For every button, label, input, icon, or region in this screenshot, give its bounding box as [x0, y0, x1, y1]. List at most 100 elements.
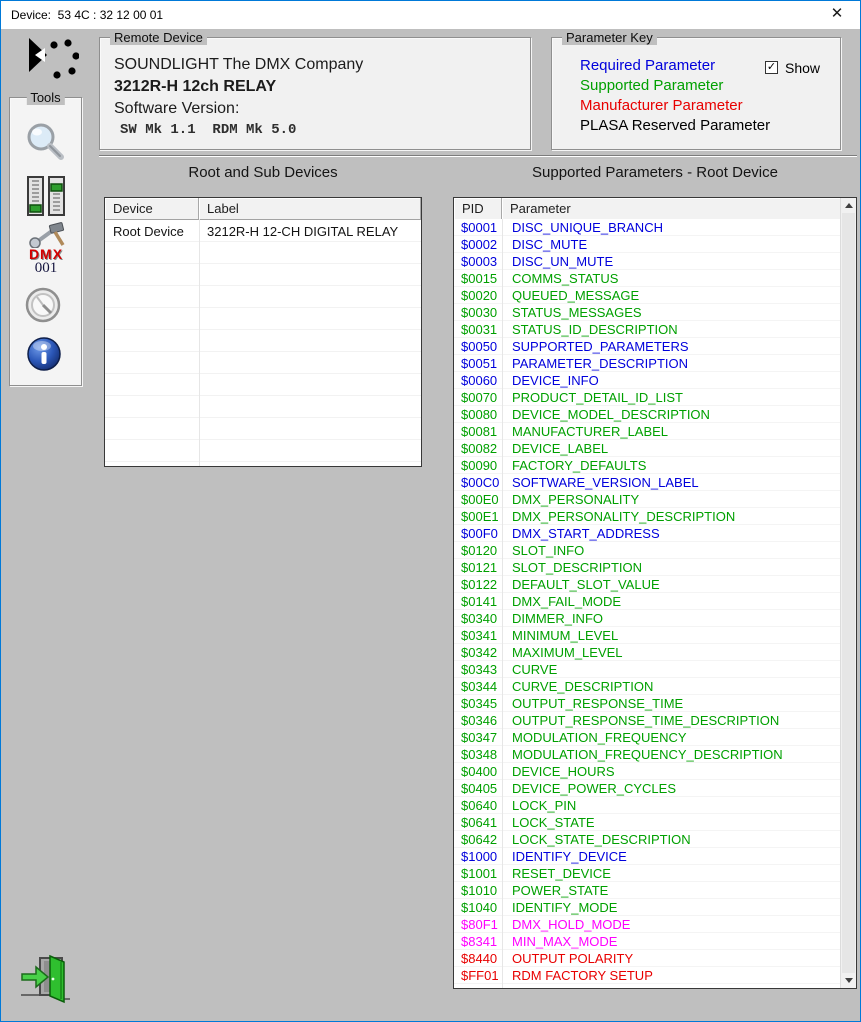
parameter-row[interactable]: $0090 FACTORY_DEFAULTS: [454, 457, 841, 474]
parameter-pid: $00F0: [461, 526, 498, 541]
parameter-row[interactable]: $1000 IDENTIFY_DEVICE: [454, 848, 841, 865]
parameter-pid: $80F1: [461, 917, 498, 932]
devices-col-device[interactable]: Device: [105, 198, 199, 219]
discover-magnifier-icon[interactable]: [23, 120, 67, 164]
parameters-table-header: PID Parameter: [454, 198, 841, 220]
parameter-row[interactable]: $0030 STATUS_MESSAGES: [454, 304, 841, 321]
key-item: Supported Parameter: [580, 77, 724, 94]
devices-col-label[interactable]: Label: [199, 198, 421, 219]
parameter-name: DEVICE_LABEL: [512, 441, 609, 456]
parameter-row[interactable]: $0082 DEVICE_LABEL: [454, 440, 841, 457]
parameter-row[interactable]: $0121 SLOT_DESCRIPTION: [454, 559, 841, 576]
horizontal-separator: [99, 155, 857, 157]
tools-groupbox: Tools DMX 001: [9, 90, 82, 386]
tools-groupbox-label: Tools: [26, 90, 65, 105]
parameter-row[interactable]: $00E0 DMX_PERSONALITY: [454, 491, 841, 508]
parameter-pid: $0015: [461, 271, 498, 286]
parameter-row[interactable]: $0347 MODULATION_FREQUENCY: [454, 729, 841, 746]
parameter-name: IDENTIFY_MODE: [512, 900, 618, 915]
parameter-row[interactable]: $0641 LOCK_STATE: [454, 814, 841, 831]
parameter-row[interactable]: $0015 COMMS_STATUS: [454, 270, 841, 287]
scrollbar-thumb[interactable]: [842, 213, 855, 973]
parameter-row[interactable]: $0344 CURVE_DESCRIPTION: [454, 678, 841, 695]
parameter-key-groupbox: Parameter Key Required Parameter Supporte…: [551, 30, 841, 150]
parameter-row[interactable]: $0348 MODULATION_FREQUENCY_DESCRIPTION: [454, 746, 841, 763]
parameter-name: DIMMER_INFO: [512, 611, 603, 626]
parameter-row[interactable]: $0050 SUPPORTED_PARAMETERS: [454, 338, 841, 355]
parameter-row[interactable]: $1001 RESET_DEVICE: [454, 865, 841, 882]
parameter-row[interactable]: $00F0 DMX_START_ADDRESS: [454, 525, 841, 542]
parameters-col-pid[interactable]: PID: [454, 198, 502, 219]
parameter-row[interactable]: $FF01 RDM FACTORY SETUP: [454, 967, 841, 984]
parameter-name: SUPPORTED_PARAMETERS: [512, 339, 689, 354]
parameter-pid: $0345: [461, 696, 498, 711]
device-row-empty: [105, 286, 421, 308]
close-icon[interactable]: ✕: [814, 1, 860, 29]
parameter-pid: $1010: [461, 883, 498, 898]
device-manufacturer: SOUNDLIGHT The DMX Company: [114, 56, 364, 73]
parameter-row[interactable]: $0081 MANUFACTURER_LABEL: [454, 423, 841, 440]
parameter-row[interactable]: $0070 PRODUCT_DETAIL_ID_LIST: [454, 389, 841, 406]
parameter-name: DMX_HOLD_MODE: [512, 917, 631, 932]
info-icon[interactable]: [26, 336, 62, 372]
parameter-row[interactable]: $1040 IDENTIFY_MODE: [454, 899, 841, 916]
gauge-icon[interactable]: [24, 286, 62, 324]
parameter-pid: $0122: [461, 577, 498, 592]
parameter-name: FACTORY_DEFAULTS: [512, 458, 647, 473]
parameter-row[interactable]: $80F1 DMX_HOLD_MODE: [454, 916, 841, 933]
parameter-row[interactable]: $0340 DIMMER_INFO: [454, 610, 841, 627]
parameter-row[interactable]: $0642 LOCK_STATE_DESCRIPTION: [454, 831, 841, 848]
parameter-row[interactable]: $0120 SLOT_INFO: [454, 542, 841, 559]
devices-column-divider: [199, 219, 200, 466]
parameter-row[interactable]: $0020 QUEUED_MESSAGE: [454, 287, 841, 304]
parameter-row[interactable]: $0342 MAXIMUM_LEVEL: [454, 644, 841, 661]
parameter-pid: $0341: [461, 628, 498, 643]
scroll-down-icon[interactable]: [841, 973, 856, 988]
parameter-name: DEVICE_HOURS: [512, 764, 615, 779]
parameter-row[interactable]: $0341 MINIMUM_LEVEL: [454, 627, 841, 644]
parameter-row[interactable]: $0002 DISC_MUTE: [454, 236, 841, 253]
parameters-scrollbar[interactable]: [840, 198, 856, 988]
show-checkbox-label: Show: [785, 60, 821, 76]
parameter-pid: $00E1: [461, 509, 499, 524]
parameter-pid: $0343: [461, 662, 498, 677]
parameter-row[interactable]: $0345 OUTPUT_RESPONSE_TIME: [454, 695, 841, 712]
parameter-row[interactable]: $0405 DEVICE_POWER_CYCLES: [454, 780, 841, 797]
show-checkbox[interactable]: ✓: [765, 61, 778, 74]
parameter-row[interactable]: $1010 POWER_STATE: [454, 882, 841, 899]
parameter-row[interactable]: $8440 OUTPUT POLARITY: [454, 950, 841, 967]
parameter-pid: $0640: [461, 798, 498, 813]
parameter-row[interactable]: $0400 DEVICE_HOURS: [454, 763, 841, 780]
parameter-row[interactable]: $0001 DISC_UNIQUE_BRANCH: [454, 219, 841, 236]
parameter-row[interactable]: $00E1 DMX_PERSONALITY_DESCRIPTION: [454, 508, 841, 525]
parameter-row[interactable]: $8341 MIN_MAX_MODE: [454, 933, 841, 950]
device-cell: Root Device: [113, 224, 184, 239]
parameter-row[interactable]: $0343 CURVE: [454, 661, 841, 678]
parameter-row[interactable]: $0141 DMX_FAIL_MODE: [454, 593, 841, 610]
parameter-row[interactable]: $0031 STATUS_ID_DESCRIPTION: [454, 321, 841, 338]
parameter-pid: $0141: [461, 594, 498, 609]
parameter-name: RDM FACTORY SETUP: [512, 968, 653, 983]
parameter-name: OUTPUT_RESPONSE_TIME_DESCRIPTION: [512, 713, 780, 728]
parameter-row[interactable]: $0346 OUTPUT_RESPONSE_TIME_DESCRIPTION: [454, 712, 841, 729]
parameter-row[interactable]: $00C0 SOFTWARE_VERSION_LABEL: [454, 474, 841, 491]
device-row[interactable]: Root Device 3212R-H 12-CH DIGITAL RELAY: [105, 220, 421, 242]
parameter-row[interactable]: $0080 DEVICE_MODEL_DESCRIPTION: [454, 406, 841, 423]
faders-icon[interactable]: [25, 174, 67, 218]
parameter-row[interactable]: $0003 DISC_UN_MUTE: [454, 253, 841, 270]
dmx-setup-icon[interactable]: DMX 001: [20, 222, 72, 278]
exit-door-icon[interactable]: [19, 954, 71, 1004]
scroll-up-icon[interactable]: [841, 198, 856, 213]
device-cell: 3212R-H 12-CH DIGITAL RELAY: [207, 224, 399, 239]
parameter-row[interactable]: $0060 DEVICE_INFO: [454, 372, 841, 389]
parameter-row[interactable]: $0640 LOCK_PIN: [454, 797, 841, 814]
parameter-pid: $0031: [461, 322, 498, 337]
app-logo-icon: [29, 38, 79, 79]
parameters-col-parameter[interactable]: Parameter: [502, 198, 841, 219]
parameter-key-label: Parameter Key: [562, 30, 657, 45]
parameter-row[interactable]: $0122 DEFAULT_SLOT_VALUE: [454, 576, 841, 593]
parameter-pid: $0020: [461, 288, 498, 303]
dmx-address-value: 001: [34, 260, 58, 276]
parameter-pid: $00E0: [461, 492, 499, 507]
parameter-row[interactable]: $0051 PARAMETER_DESCRIPTION: [454, 355, 841, 372]
